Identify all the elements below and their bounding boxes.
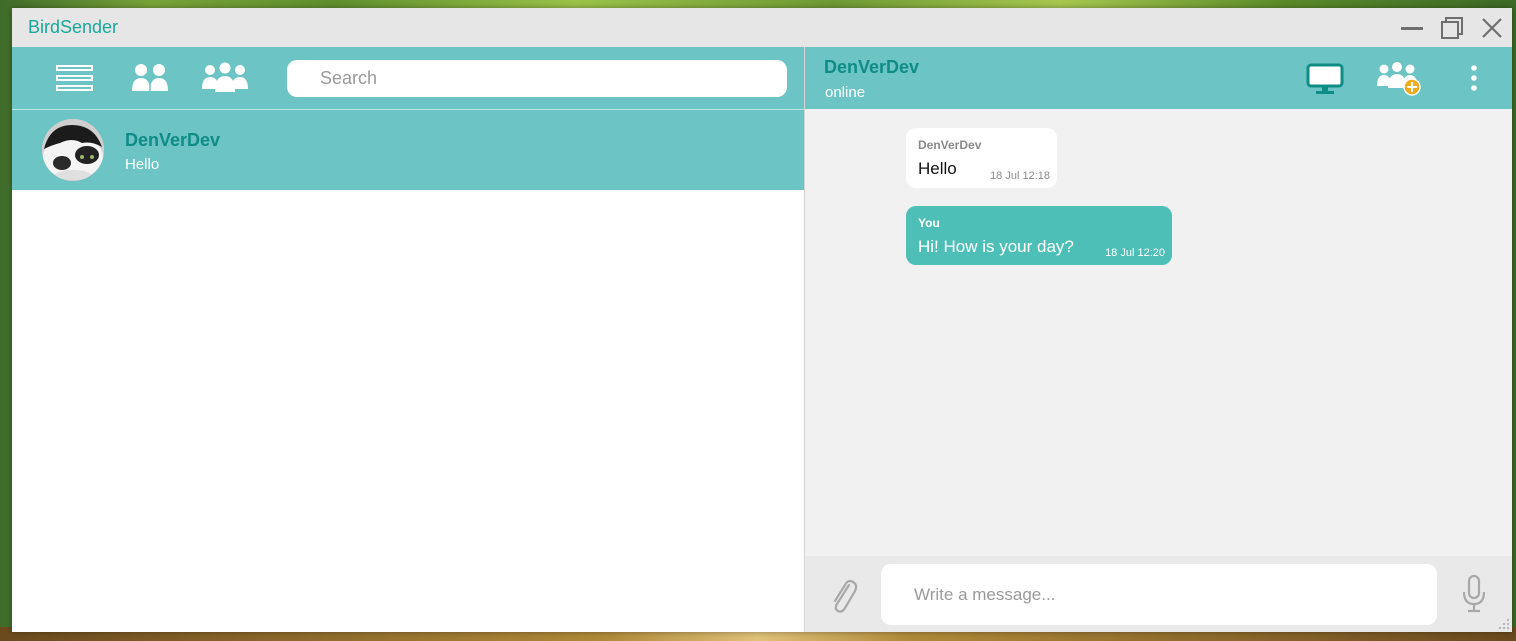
minimize-button[interactable] (1398, 14, 1426, 42)
outgoing-message[interactable]: You Hi! How is your day? 18 Jul 12:20 (906, 206, 1172, 265)
maximize-button[interactable] (1438, 14, 1466, 42)
close-icon (1482, 18, 1502, 38)
app-window: BirdSender Search DenVerDev Hello DenVer… (12, 8, 1512, 632)
resize-grip-icon[interactable] (1498, 618, 1510, 630)
screen-share-button[interactable] (1306, 63, 1344, 95)
attach-button[interactable] (827, 576, 859, 614)
more-options-button[interactable] (1469, 63, 1479, 93)
contact-status: online (825, 84, 866, 101)
conversation-header: DenVerDev online (805, 47, 1512, 109)
chat-last-message: Hello (125, 156, 160, 173)
chat-list-item[interactable]: DenVerDev Hello (12, 110, 804, 190)
groups-button[interactable] (201, 61, 249, 95)
message-input[interactable] (881, 564, 1437, 625)
message-area[interactable]: DenVerDev Hello 18 Jul 12:18 You Hi! How… (805, 109, 1512, 556)
microphone-icon (1462, 574, 1486, 613)
restore-icon (1441, 17, 1463, 39)
cat-avatar-icon (42, 119, 104, 181)
contacts-icon (132, 64, 168, 91)
contacts-button[interactable] (129, 61, 171, 95)
microphone-button[interactable] (1460, 574, 1488, 614)
message-text: Hi! How is your day? (918, 237, 1074, 256)
close-button[interactable] (1478, 14, 1506, 42)
minimize-icon (1401, 27, 1423, 30)
groups-icon (202, 62, 248, 92)
add-group-icon (1377, 62, 1421, 96)
incoming-message[interactable]: DenVerDev Hello 18 Jul 12:18 (906, 128, 1057, 188)
message-composer (805, 556, 1512, 632)
message-sender: DenVerDev (918, 138, 982, 152)
menu-icon (56, 65, 93, 91)
chat-list-header (12, 47, 804, 109)
conversation-contact-name: DenVerDev (824, 57, 920, 77)
message-time: 18 Jul 12:18 (990, 170, 1050, 182)
screen-share-icon (1306, 63, 1344, 94)
title-bar[interactable]: BirdSender (12, 8, 1512, 47)
chat-contact-name: DenVerDev (125, 130, 221, 150)
more-vertical-icon (1471, 65, 1477, 91)
message-sender: You (918, 216, 940, 230)
add-group-button[interactable] (1376, 61, 1424, 97)
search-input[interactable] (287, 60, 787, 97)
avatar (42, 119, 104, 181)
app-title: BirdSender (28, 17, 119, 37)
message-text: Hello (918, 159, 957, 178)
paperclip-icon (833, 579, 858, 613)
menu-button[interactable] (56, 61, 94, 95)
message-time: 18 Jul 12:20 (1105, 247, 1165, 259)
